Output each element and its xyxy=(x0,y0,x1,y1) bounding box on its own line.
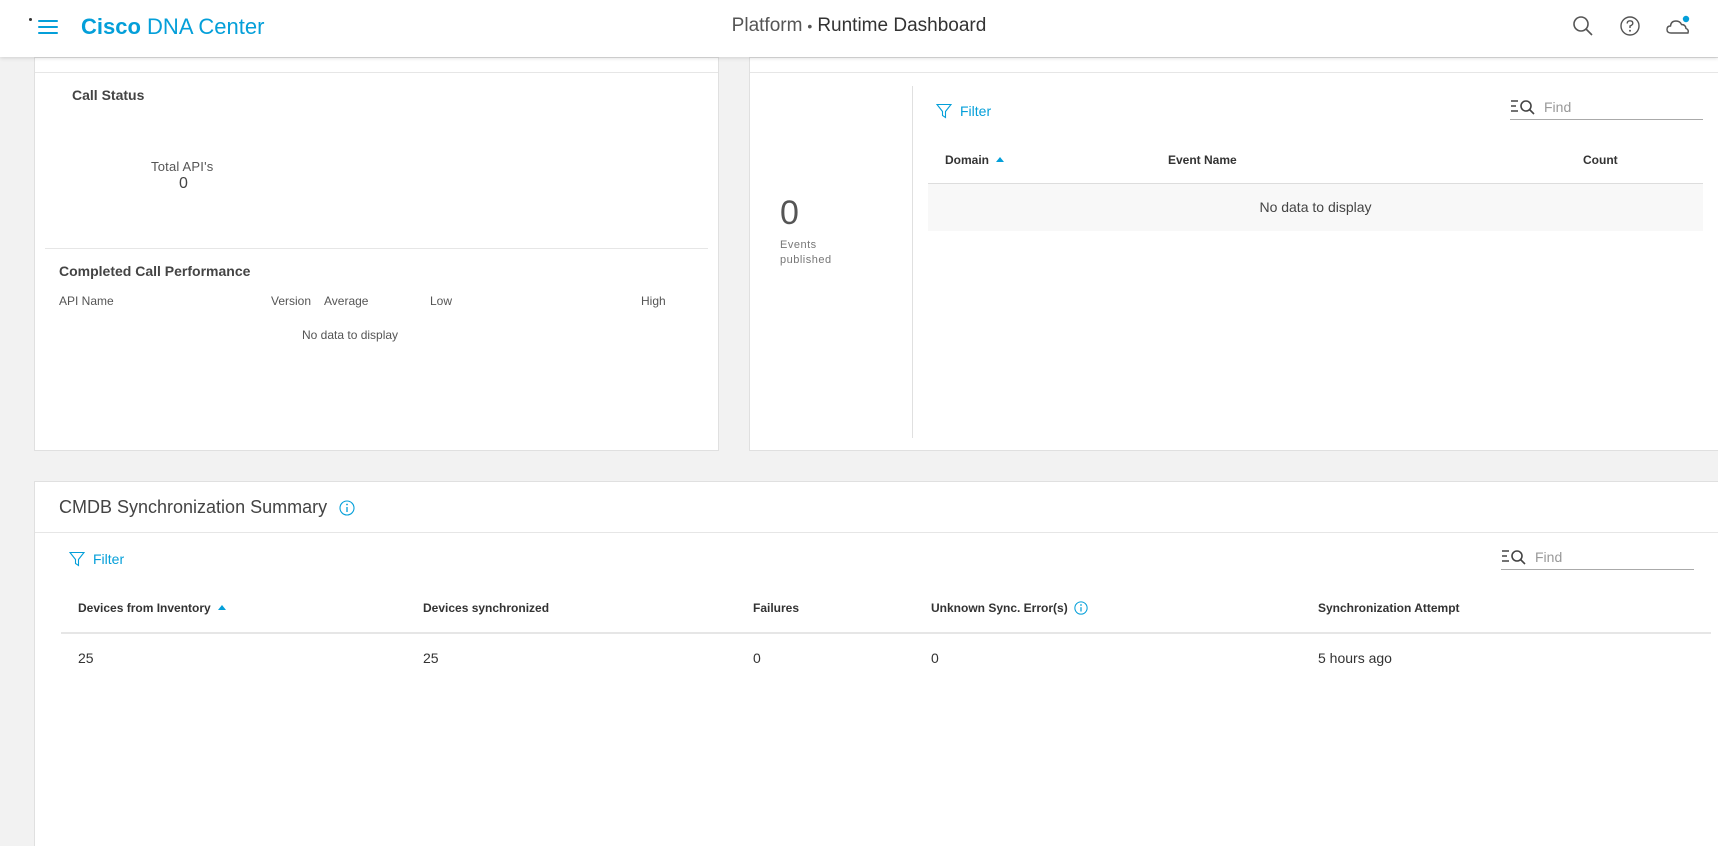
cell-unknown-sync-errors: 0 xyxy=(931,650,939,666)
top-navigation-bar: Cisco DNA Center Platform • Runtime Dashbo… xyxy=(0,0,1718,57)
card-divider xyxy=(35,72,718,73)
column-devices-from-inventory[interactable]: Devices from Inventory xyxy=(78,601,226,615)
column-event-name[interactable]: Event Name xyxy=(1168,153,1237,167)
events-count: 0 xyxy=(780,194,799,232)
filter-icon xyxy=(69,551,85,567)
find-icon xyxy=(1502,549,1526,565)
sort-ascending-icon xyxy=(996,157,1005,162)
notification-cloud-icon[interactable] xyxy=(1665,14,1690,38)
find-icon xyxy=(1511,99,1535,115)
title-separator: • xyxy=(807,18,813,34)
cmdb-sync-card: CMDB Synchronization Summary Filter Devi… xyxy=(34,481,1718,846)
events-card: 0 Events published Filter Domain Event N… xyxy=(749,57,1718,451)
cell-failures: 0 xyxy=(753,650,761,666)
column-devices-from-inventory-label: Devices from Inventory xyxy=(78,601,211,615)
api-calls-card: Call Status Total API's 0 Completed Call… xyxy=(34,57,719,451)
column-devices-synchronized[interactable]: Devices synchronized xyxy=(423,601,549,615)
dashboard-title: Runtime Dashboard xyxy=(817,15,987,36)
column-average: Average xyxy=(324,294,369,308)
info-icon[interactable] xyxy=(1074,601,1088,615)
events-find-input[interactable] xyxy=(1544,98,1674,115)
filter-label: Filter xyxy=(93,551,125,567)
column-domain-label: Domain xyxy=(945,153,990,167)
sort-ascending-icon xyxy=(217,605,226,610)
section-name: Platform xyxy=(731,15,803,36)
cmdb-header: CMDB Synchronization Summary xyxy=(59,497,355,518)
call-status-title: Call Status xyxy=(72,87,145,103)
filter-label: Filter xyxy=(960,103,992,119)
info-icon[interactable] xyxy=(339,499,355,516)
events-filter-button[interactable]: Filter xyxy=(936,103,991,119)
cell-devices-synchronized: 25 xyxy=(423,650,439,666)
cmdb-find-input[interactable] xyxy=(1535,548,1665,565)
column-high: High xyxy=(641,294,666,308)
filter-icon xyxy=(936,103,952,119)
column-low: Low xyxy=(430,294,453,308)
column-count[interactable]: Count xyxy=(1583,153,1618,167)
events-empty-message: No data to display xyxy=(928,184,1703,231)
cmdb-find-field[interactable] xyxy=(1501,544,1694,570)
performance-title: Completed Call Performance xyxy=(59,263,251,279)
column-domain[interactable]: Domain xyxy=(945,153,1005,167)
column-synchronization-attempt[interactable]: Synchronization Attempt xyxy=(1318,601,1460,615)
total-apis-value: 0 xyxy=(179,175,188,192)
column-version: Version xyxy=(271,294,312,308)
cell-devices-from-inventory: 25 xyxy=(78,650,94,666)
column-unknown-sync-errors[interactable]: Unknown Sync. Error(s) xyxy=(931,601,1088,615)
page-title: Platform • Runtime Dashboard xyxy=(0,15,1718,37)
events-vertical-divider xyxy=(912,86,913,438)
column-api-name: API Name xyxy=(59,294,114,308)
column-failures[interactable]: Failures xyxy=(753,601,799,615)
search-icon[interactable] xyxy=(1571,14,1595,38)
section-divider xyxy=(45,248,708,249)
events-label-line2: published xyxy=(780,254,832,266)
cmdb-header-divider xyxy=(35,532,1718,533)
cmdb-table-header-divider xyxy=(61,632,1711,634)
total-apis-label: Total API's xyxy=(151,159,214,174)
column-unknown-sync-errors-label: Unknown Sync. Error(s) xyxy=(931,601,1068,615)
cell-synchronization-attempt: 5 hours ago xyxy=(1318,650,1392,666)
help-icon[interactable] xyxy=(1618,14,1642,38)
events-find-field[interactable] xyxy=(1510,94,1703,120)
cmdb-filter-button[interactable]: Filter xyxy=(69,551,124,567)
cmdb-title: CMDB Synchronization Summary xyxy=(59,497,328,517)
events-label-line1: Events xyxy=(780,239,817,251)
performance-empty-message: No data to display xyxy=(302,328,399,342)
card-divider xyxy=(750,72,1718,73)
